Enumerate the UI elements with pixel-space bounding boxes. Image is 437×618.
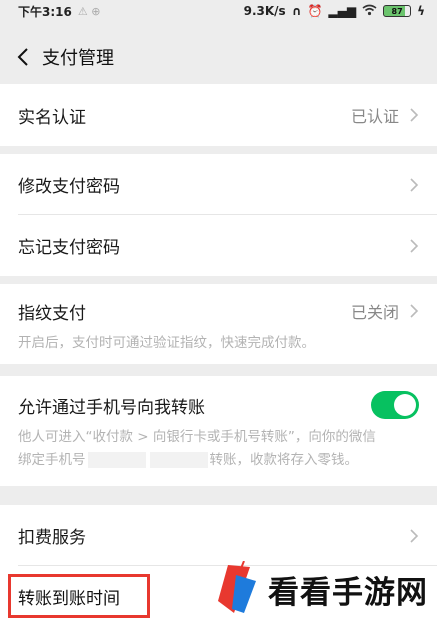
watermark: 看看手游网 [210, 560, 437, 618]
phone-transfer-desc-line2: 绑定手机号 转账，收款将存入零钱。 [18, 449, 419, 472]
phone-transfer-label: 允许通过手机号向我转账 [18, 397, 205, 418]
group-password: 修改支付密码 忘记支付密码 [0, 154, 437, 276]
network-speed: 9.3K/s [243, 4, 286, 18]
status-time: 下午3:16 [18, 4, 72, 19]
real-name-status: 已认证 [350, 107, 399, 126]
deduction-service-row[interactable]: 扣费服务 [0, 505, 437, 566]
alarm-icon: ⏰ [307, 4, 323, 18]
page-title: 支付管理 [42, 48, 114, 69]
deduction-service-label: 扣费服务 [18, 528, 86, 548]
forgot-password-label: 忘记支付密码 [18, 238, 120, 258]
chevron-right-icon [410, 238, 419, 253]
forgot-password-row[interactable]: 忘记支付密码 [0, 215, 437, 276]
battery-level: 87 [391, 6, 403, 16]
nav-bar: 支付管理 [0, 30, 437, 84]
change-password-row[interactable]: 修改支付密码 [0, 154, 437, 215]
chevron-right-icon [410, 108, 419, 122]
watermark-text: 看看手游网 [268, 574, 428, 611]
toggle-knob [394, 394, 416, 416]
group-phone-transfer: 允许通过手机号向我转账 他人可进入“收付款 > 向银行卡或手机号转账”，向你的微… [0, 376, 437, 486]
phone-transfer-desc-line2-end: 转账，收款将存入零钱。 [209, 452, 359, 468]
status-left: 下午3:16 ⚠ ⊕ [18, 3, 100, 20]
group-fingerprint: 指纹支付 已关闭 开启后，支付时可通过验证指纹，快速完成付款。 [0, 284, 437, 364]
notification-icon: ⚠ ⊕ [77, 4, 101, 18]
watermark-logo [218, 561, 256, 613]
fingerprint-row[interactable]: 指纹支付 已关闭 [0, 284, 437, 338]
masked-phone-number [149, 452, 208, 468]
fingerprint-status: 已关闭 [350, 303, 399, 322]
headphones-icon: ∩ [291, 4, 302, 18]
chevron-right-icon [410, 177, 419, 192]
chevron-right-icon [410, 304, 419, 318]
fingerprint-label: 指纹支付 [18, 303, 86, 324]
phone-transfer-toggle[interactable] [371, 391, 419, 419]
status-right: 9.3K/s ∩ ⏰ ▂▄▆ 87 ϟ [244, 4, 425, 19]
chevron-left-icon [17, 48, 28, 66]
change-password-label: 修改支付密码 [18, 177, 120, 197]
status-bar: 下午3:16 ⚠ ⊕ 9.3K/s ∩ ⏰ ▂▄▆ 87 ϟ [0, 0, 437, 22]
real-name-row[interactable]: 实名认证 已认证 [0, 84, 437, 146]
fingerprint-right: 已关闭 [351, 299, 419, 323]
real-name-label: 实名认证 [18, 107, 86, 128]
masked-phone-number [87, 452, 146, 468]
chevron-right-icon [410, 528, 419, 543]
wifi-icon [362, 4, 377, 19]
phone-transfer-row: 允许通过手机号向我转账 [0, 376, 437, 434]
charging-icon: ϟ [417, 4, 425, 18]
real-name-right: 已认证 [351, 103, 419, 127]
back-button[interactable] [12, 42, 34, 72]
battery-icon: 87 [383, 5, 412, 17]
signal-icon: ▂▄▆ [328, 4, 357, 18]
phone-transfer-desc-line2-start: 绑定手机号 [18, 452, 86, 468]
group-real-name: 实名认证 已认证 [0, 84, 437, 146]
highlight-box [8, 574, 150, 618]
